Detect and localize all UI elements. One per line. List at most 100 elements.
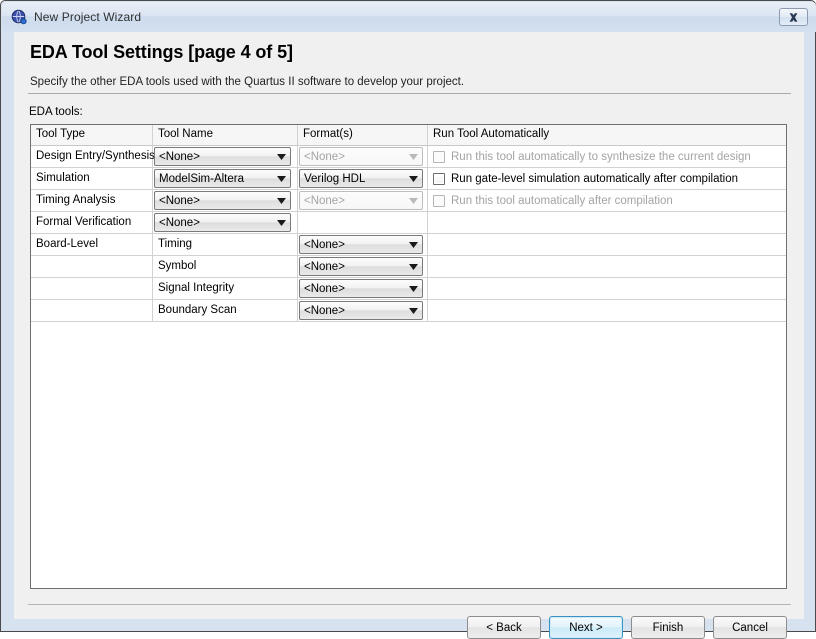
run-auto-checkbox-label: Run gate-level simulation automatically … <box>451 172 739 185</box>
format-dropdown-6[interactable]: <None> <box>299 257 423 276</box>
cell-format: <None> <box>298 256 428 277</box>
column-header-run-tool-automatically: Run Tool Automatically <box>433 128 550 140</box>
cell-run-tool-automatically: Run this tool automatically to synthesiz… <box>428 146 786 167</box>
cell-run-tool-automatically: Run gate-level simulation automatically … <box>428 168 786 189</box>
format-dropdown-7-value: <None> <box>304 282 345 295</box>
back-button[interactable]: < Back <box>467 616 541 639</box>
format-dropdown-3: <None> <box>299 191 423 210</box>
table-row: Symbol <None> <box>31 256 786 278</box>
table-row: Design Entry/Synthesis <None> <None> Run th… <box>31 146 786 168</box>
tool-name-dropdown-2[interactable]: ModelSim-Altera <box>154 169 291 188</box>
format-dropdown-2[interactable]: Verilog HDL <box>299 169 423 188</box>
cell-tool-name: Symbol <box>153 256 298 277</box>
cell-tool-type: Simulation <box>31 168 153 189</box>
column-header-tool-type: Tool Type <box>31 125 153 145</box>
cell-run-tool-automatically <box>428 234 786 255</box>
tool-name-dropdown-2-value: ModelSim-Altera <box>159 172 244 185</box>
chevron-down-icon <box>405 241 422 248</box>
cell-format: <None> <box>298 300 428 321</box>
button-bar: < Back Next > Finish Cancel <box>14 616 804 639</box>
format-dropdown-8-value: <None> <box>304 304 345 317</box>
table-row: Formal Verification <None> <box>31 212 786 234</box>
cell-run-tool-automatically <box>428 212 786 233</box>
cell-tool-type: Board-Level <box>31 234 153 255</box>
window-title: New Project Wizard <box>34 10 142 24</box>
chevron-down-icon <box>405 263 422 270</box>
chevron-down-icon <box>273 153 290 160</box>
format-dropdown-3-value: <None> <box>304 194 345 207</box>
table-row: Timing Analysis <None> <None> Run this tool… <box>31 190 786 212</box>
wizard-window: New Project Wizard EDA Tool Settings [pa… <box>0 0 816 639</box>
title-bar: New Project Wizard <box>2 2 816 32</box>
column-header-tool-name: Tool Name <box>153 125 298 145</box>
run-auto-checkbox-row: Run this tool automatically to synthesiz… <box>428 146 786 167</box>
cell-format <box>298 212 428 233</box>
cell-format: <None> <box>298 146 428 167</box>
format-dropdown-1-value: <None> <box>304 150 345 163</box>
run-auto-checkbox-row[interactable]: Run gate-level simulation automatically … <box>428 168 786 189</box>
chevron-down-icon <box>273 197 290 204</box>
table-row: Simulation ModelSim-Altera Verilog HDL Run … <box>31 168 786 190</box>
format-dropdown-7[interactable]: <None> <box>299 279 423 298</box>
run-auto-checkbox <box>433 150 445 163</box>
cell-tool-name: <None> <box>153 146 298 167</box>
cell-tool-type <box>31 256 153 277</box>
format-dropdown-8[interactable]: <None> <box>299 301 423 320</box>
run-auto-checkbox-label: Run this tool automatically to synthesiz… <box>451 150 751 163</box>
tool-name-dropdown-4[interactable]: <None> <box>154 213 291 232</box>
cell-format: Verilog HDL <box>298 168 428 189</box>
cell-run-tool-automatically <box>428 256 786 277</box>
quartus-globe-icon <box>11 9 27 25</box>
chevron-down-icon <box>273 175 290 182</box>
format-dropdown-1: <None> <box>299 147 423 166</box>
tool-name-dropdown-3-value: <None> <box>159 194 200 207</box>
cell-run-tool-automatically: Run this tool automatically after compil… <box>428 190 786 211</box>
table-row: Boundary Scan <None> <box>31 300 786 322</box>
table-row: Signal Integrity <None> <box>31 278 786 300</box>
eda-tools-label: EDA tools: <box>29 106 83 118</box>
run-auto-checkbox <box>433 194 445 207</box>
chevron-down-icon <box>405 285 422 292</box>
chevron-down-icon <box>405 153 422 160</box>
cell-format: <None> <box>298 234 428 255</box>
wizard-content: EDA Tool Settings [page 4 of 5] Specify … <box>14 32 804 639</box>
tool-name-dropdown-3[interactable]: <None> <box>154 191 291 210</box>
cell-tool-name: Signal Integrity <box>153 278 298 299</box>
tool-name-dropdown-4-value: <None> <box>159 216 200 229</box>
cell-run-tool-automatically <box>428 278 786 299</box>
close-button[interactable] <box>779 8 808 26</box>
cell-tool-type: Formal Verification <box>31 212 153 233</box>
cell-tool-type <box>31 278 153 299</box>
cell-tool-type: Design Entry/Synthesis <box>31 146 155 167</box>
run-auto-checkbox[interactable] <box>433 172 445 185</box>
chevron-down-icon <box>405 307 422 314</box>
cancel-button[interactable]: Cancel <box>713 616 787 639</box>
run-auto-checkbox-row: Run this tool automatically after compil… <box>428 190 786 211</box>
format-dropdown-5[interactable]: <None> <box>299 235 423 254</box>
cell-tool-name: <None> <box>153 212 298 233</box>
cell-format: <None> <box>298 278 428 299</box>
chevron-down-icon <box>405 197 422 204</box>
cell-tool-type: Timing Analysis <box>31 190 153 211</box>
format-dropdown-2-value: Verilog HDL <box>304 172 366 185</box>
page-subtitle: Specify the other EDA tools used with th… <box>30 76 465 88</box>
footer-divider <box>28 604 791 605</box>
finish-button[interactable]: Finish <box>631 616 705 639</box>
next-button[interactable]: Next > <box>549 616 623 639</box>
format-dropdown-6-value: <None> <box>304 260 345 273</box>
run-auto-checkbox-label: Run this tool automatically after compil… <box>451 194 673 207</box>
cell-tool-name: Timing <box>153 234 298 255</box>
close-icon <box>788 12 799 23</box>
table-row: Board-Level Timing <None> <box>31 234 786 256</box>
table-header-row: Tool Type Tool Name Format(s) Run Tool A… <box>31 125 786 146</box>
tool-name-dropdown-1[interactable]: <None> <box>154 147 291 166</box>
cell-format: <None> <box>298 190 428 211</box>
table-body: Design Entry/Synthesis <None> <None> Run th… <box>31 146 786 322</box>
chevron-down-icon <box>405 175 422 182</box>
cell-tool-name: <None> <box>153 190 298 211</box>
cell-tool-type <box>31 300 153 321</box>
format-dropdown-5-value: <None> <box>304 238 345 251</box>
eda-tools-table: Tool Type Tool Name Format(s) Run Tool A… <box>30 124 787 589</box>
cell-run-tool-automatically <box>428 300 786 321</box>
header-divider <box>28 93 791 94</box>
